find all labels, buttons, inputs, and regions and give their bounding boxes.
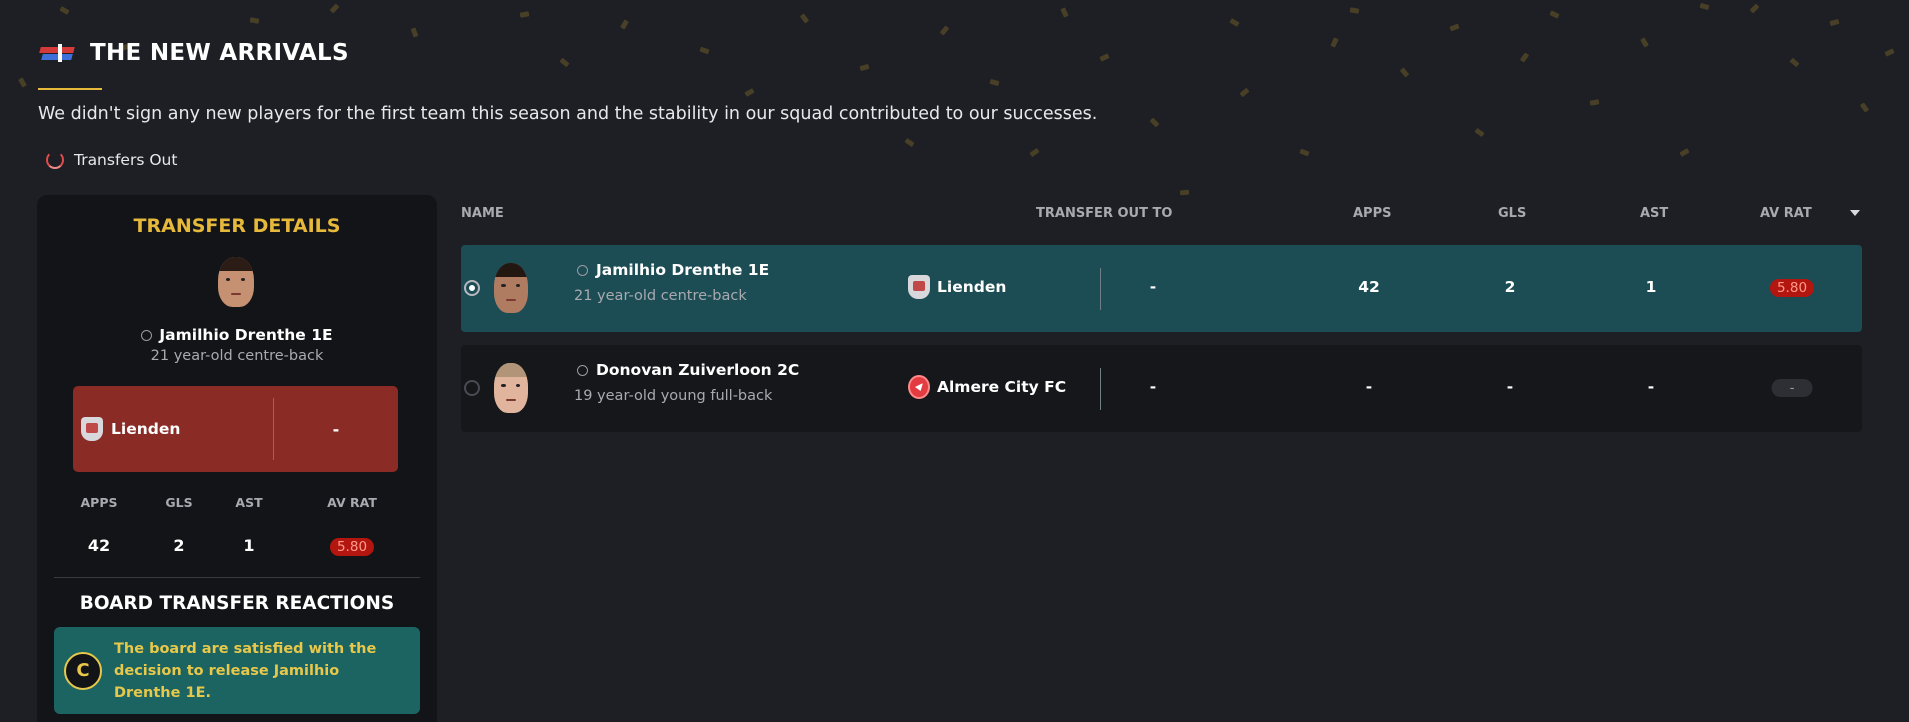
board-reactions-title: BOARD TRANSFER REACTIONS — [79, 593, 395, 614]
ast-value: - — [1647, 378, 1655, 396]
transfers-out-label: Transfers Out — [74, 151, 178, 169]
player-name[interactable]: Jamilhio Drenthe 1E — [37, 326, 437, 344]
av-rat-header: AV RAT — [327, 495, 377, 510]
transfer-fee: - — [332, 419, 340, 439]
lienden-crest-icon — [908, 275, 930, 299]
column-transfer-out-to[interactable]: TRANSFER OUT TO — [1036, 206, 1172, 221]
transfer-fee: - — [1149, 378, 1157, 396]
player-portrait — [218, 257, 254, 307]
av-rat-value: 5.80 — [1769, 278, 1815, 297]
player-name[interactable]: Donovan Zuiverloon 2C — [577, 361, 799, 379]
column-ast[interactable]: AST — [1640, 206, 1668, 221]
player-portrait — [494, 263, 528, 313]
confidence-badge-icon: C — [64, 651, 102, 690]
cycle-icon — [46, 151, 64, 169]
apps-value: 42 — [1358, 278, 1380, 296]
ast-header: AST — [235, 495, 263, 510]
competition-logo-icon — [38, 41, 76, 65]
section-separator — [54, 577, 420, 578]
apps-value: - — [1365, 378, 1373, 396]
destination-club[interactable]: Lienden — [908, 275, 1006, 299]
gls-value: 2 — [1504, 278, 1516, 296]
player-description: 21 year-old centre-back — [574, 288, 747, 304]
page-header: THE NEW ARRIVALS — [38, 40, 349, 66]
gls-header: GLS — [165, 495, 193, 510]
destination-club[interactable]: Lienden — [73, 417, 273, 441]
board-reaction-message: The board are satisfied with the decisio… — [114, 640, 377, 701]
sort-desc-icon[interactable] — [1850, 210, 1860, 216]
page-title: THE NEW ARRIVALS — [90, 40, 349, 66]
transfer-fee: - — [1149, 278, 1157, 296]
column-apps[interactable]: APPS — [1353, 206, 1391, 221]
divider — [1100, 368, 1101, 410]
destination-club-box: Lienden - — [73, 386, 398, 472]
transfer-details-panel: TRANSFER DETAILS Jamilhio Drenthe 1E 21 … — [37, 195, 437, 722]
destination-club[interactable]: Almere City FC — [908, 375, 1066, 399]
player-portrait — [494, 363, 528, 413]
column-av-rat[interactable]: AV RAT — [1760, 206, 1812, 221]
person-icon — [577, 365, 588, 376]
transfers-out-tab[interactable]: Transfers Out — [46, 151, 177, 169]
person-icon — [577, 265, 588, 276]
gls-value: - — [1506, 378, 1514, 396]
divider — [1100, 268, 1101, 310]
av-rat-value: - — [1771, 378, 1813, 397]
page-subtitle: We didn't sign any new players for the f… — [38, 104, 1098, 124]
column-gls[interactable]: GLS — [1498, 206, 1526, 221]
lienden-crest-icon — [81, 417, 103, 441]
column-name[interactable]: NAME — [461, 206, 504, 221]
av-rat-value: 5.80 — [329, 536, 375, 556]
transfer-details-title: TRANSFER DETAILS — [133, 215, 341, 237]
ast-value: 1 — [1645, 278, 1657, 296]
gls-value: 2 — [173, 536, 185, 555]
apps-header: APPS — [80, 495, 118, 510]
player-description: 21 year-old centre-back — [150, 348, 324, 364]
table-row[interactable]: Jamilhio Drenthe 1E 21 year-old centre-b… — [461, 245, 1862, 332]
almere-city-crest-icon — [908, 375, 930, 399]
row-radio[interactable] — [464, 380, 480, 396]
board-reaction-card: C The board are satisfied with the decis… — [54, 627, 420, 714]
table-row[interactable]: Donovan Zuiverloon 2C 19 year-old young … — [461, 345, 1862, 432]
person-icon — [141, 330, 153, 341]
player-name[interactable]: Jamilhio Drenthe 1E — [577, 261, 769, 279]
title-underline — [38, 88, 102, 90]
row-radio-selected[interactable] — [464, 280, 480, 296]
player-description: 19 year-old young full-back — [574, 388, 773, 404]
apps-value: 42 — [87, 536, 111, 555]
ast-value: 1 — [243, 536, 255, 555]
